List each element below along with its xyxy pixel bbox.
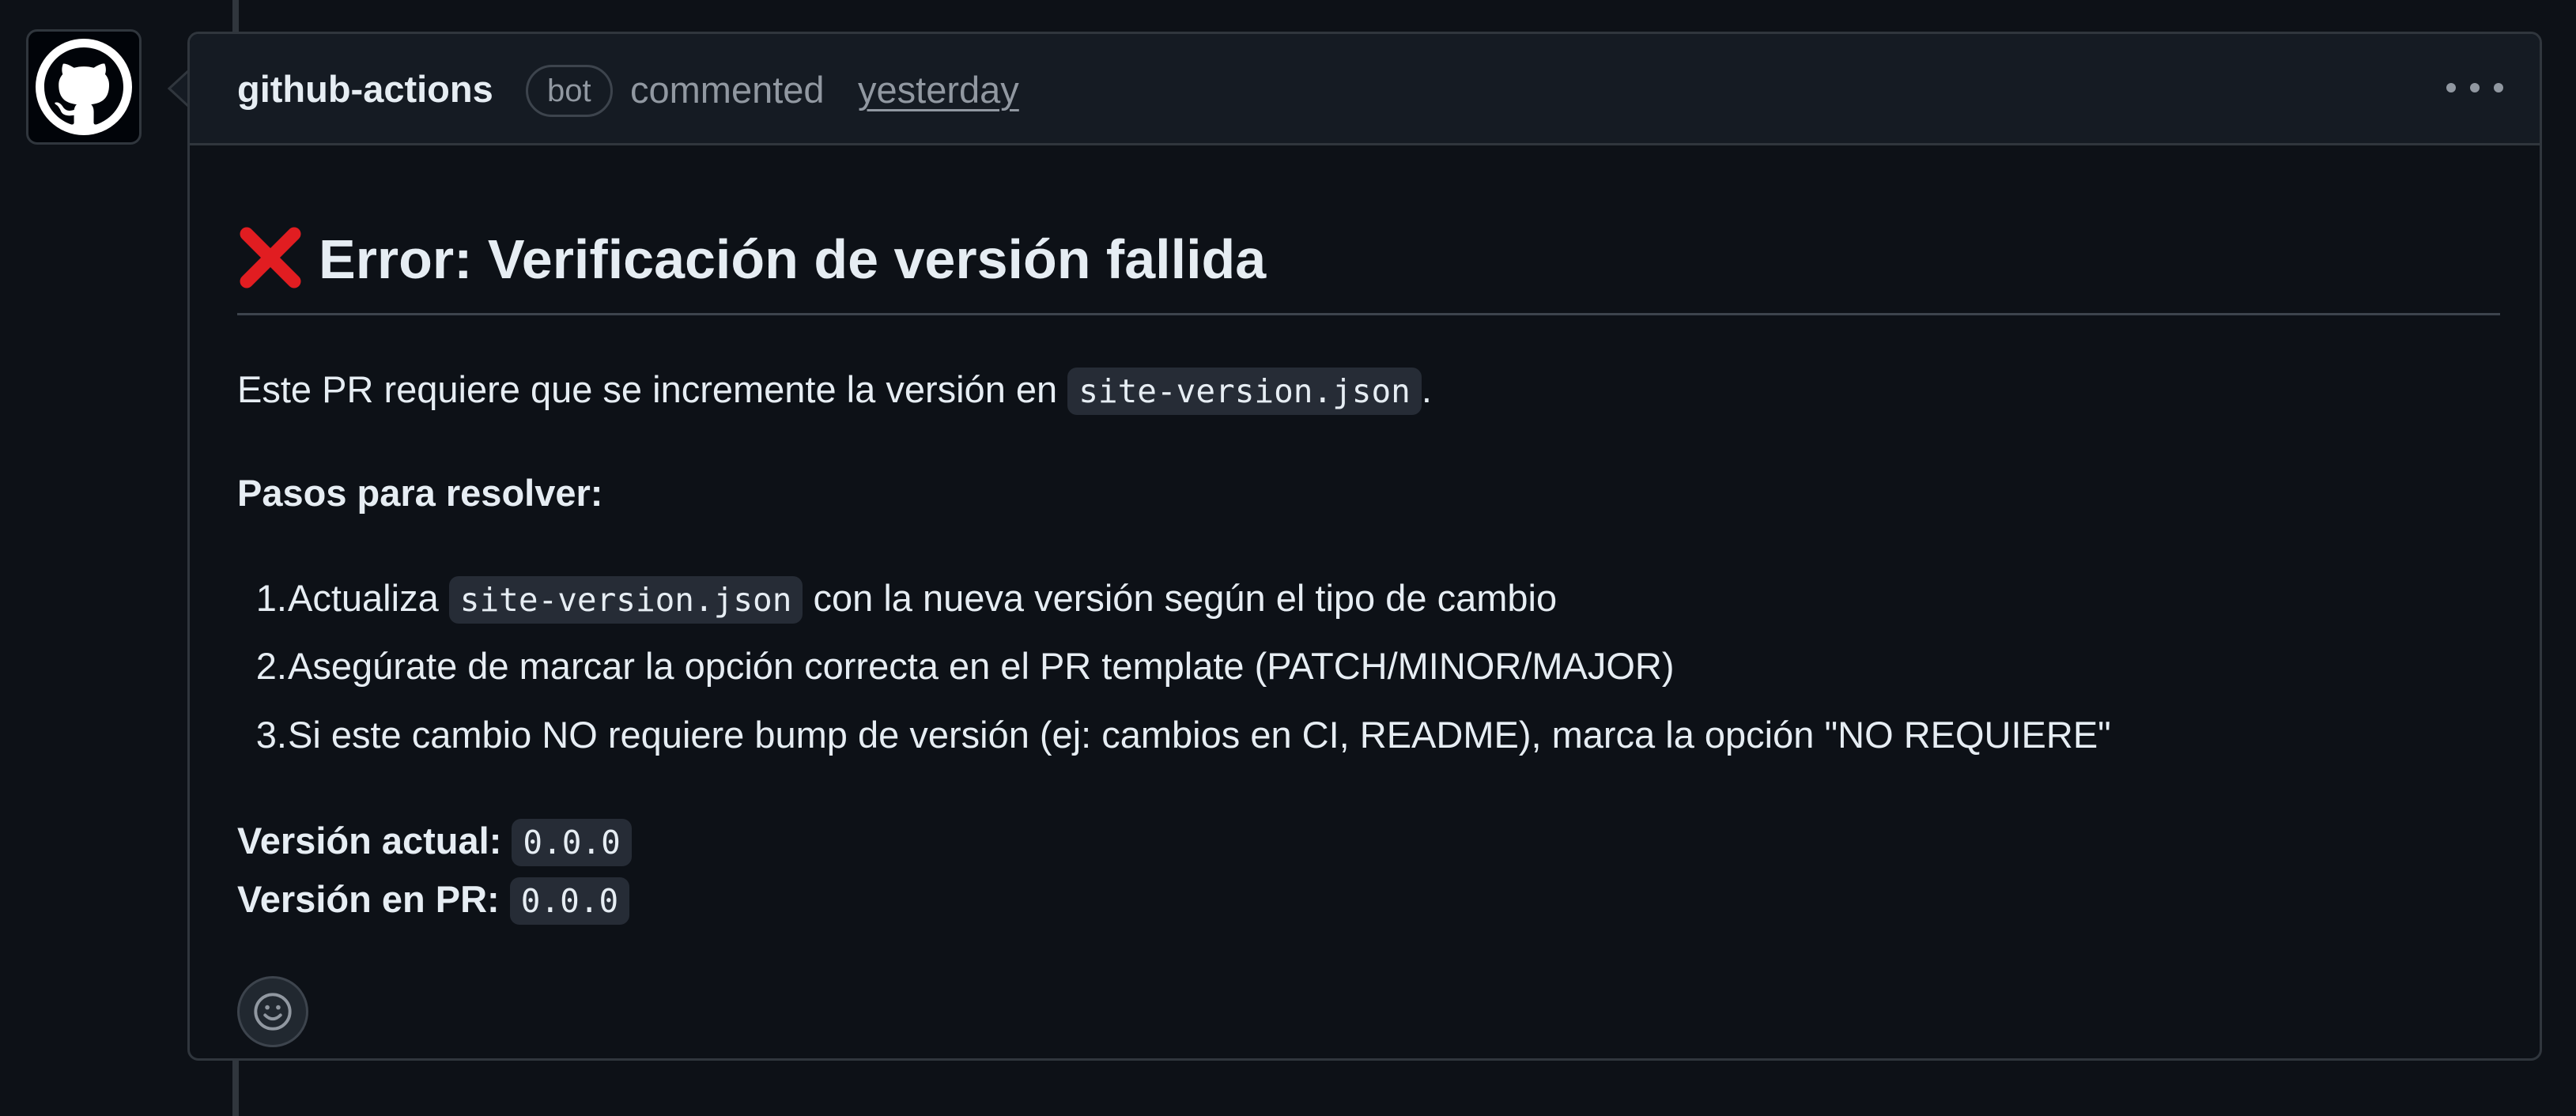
list-text: Actualiza site-version.json con la nueva… (288, 575, 1557, 624)
comment-box: github-actions bot commented yesterday E… (187, 32, 2542, 1061)
current-version-value: 0.0.0 (512, 819, 632, 866)
page-title: Error: Verificación de versión fallida (319, 228, 1267, 290)
author-link[interactable]: github-actions (237, 67, 493, 111)
list-number: 2. (255, 645, 287, 687)
current-version-row: Versión actual: 0.0.0 (237, 817, 632, 866)
timestamp-link[interactable]: yesterday (858, 68, 1019, 112)
kebab-horizontal-icon[interactable] (2446, 72, 2503, 104)
intro-end: . (1421, 368, 1432, 410)
intro-code: site-version.json (1067, 368, 1422, 415)
github-octocat-icon (36, 39, 132, 135)
step-1-code: site-version.json (448, 576, 803, 624)
pr-version-value: 0.0.0 (509, 877, 630, 925)
bot-badge: bot (526, 65, 613, 117)
title-row: Error: Verificación de versión fallida (237, 224, 2500, 315)
step-1-after: con la nueva versión según el tipo de ca… (813, 577, 1558, 619)
list-item: 2. Asegúrate de marcar la opción correct… (220, 643, 1675, 690)
list-number: 1. (255, 577, 287, 619)
list-number: 3. (255, 714, 287, 756)
list-item: 3. Si este cambio NO requiere bump de ve… (220, 711, 2111, 759)
cross-mark-icon (240, 227, 301, 288)
avatar[interactable] (26, 29, 142, 145)
smiley-icon (254, 993, 292, 1031)
pr-version-row: Versión en PR: 0.0.0 (237, 876, 630, 925)
comment-header: github-actions bot commented yesterday (190, 34, 2540, 145)
current-version-label: Versión actual: (237, 820, 502, 862)
intro-paragraph: Este PR requiere que se incremente la ve… (237, 366, 1432, 415)
step-1-before: Actualiza (288, 577, 439, 619)
intro-text: Este PR requiere que se incremente la ve… (237, 368, 1058, 410)
list-text: Asegúrate de marcar la opción correcta e… (288, 645, 1675, 687)
list-item: 1. Actualiza site-version.json con la nu… (220, 575, 1557, 624)
steps-heading: Pasos para resolver: (237, 472, 603, 514)
list-text: Si este cambio NO requiere bump de versi… (288, 714, 2111, 756)
pr-version-label: Versión en PR: (237, 878, 500, 920)
add-reaction-button[interactable] (237, 976, 308, 1047)
action-text: commented (630, 69, 825, 111)
comment-caret (168, 70, 190, 107)
